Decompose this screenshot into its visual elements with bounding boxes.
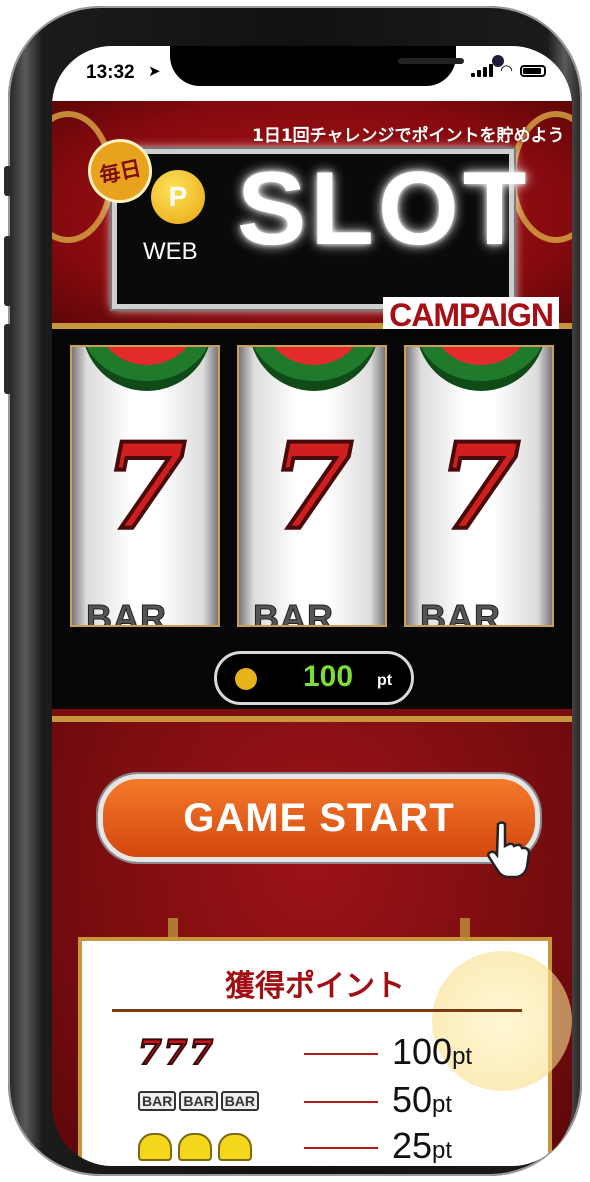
bell-icon: [218, 1133, 252, 1161]
volume-up-button: [4, 236, 12, 306]
prize-points: 100pt: [392, 1031, 473, 1072]
bell-symbols: [138, 1125, 258, 1166]
seven-symbols: 777: [137, 1032, 215, 1074]
prize-points: 25pt: [392, 1125, 453, 1166]
bell-icon: [138, 1133, 172, 1161]
volume-down-button: [4, 324, 12, 394]
wifi-icon: ◠: [499, 61, 513, 79]
status-icons: ◠: [470, 61, 546, 79]
board-divider: [112, 1009, 522, 1012]
bar-symbol: BAR: [253, 597, 334, 627]
reel-1: 7 BAR: [70, 345, 220, 627]
watermelon-icon: [249, 347, 379, 391]
campaign-banner: 1日1回チャレンジでポイントを貯めよう P WEB SLOT CAMPAIGN …: [52, 101, 572, 334]
phone-frame: 13:32 ➤ ◠ 1日1回チャレンジでポイントを貯めよう P WEB SLOT: [4, 6, 582, 1176]
location-arrow-icon: ➤: [148, 62, 161, 80]
bar-symbols: BAR BAR BAR: [138, 1079, 262, 1123]
row-dash: [304, 1147, 378, 1149]
slot-reels: 7 BAR 7 BAR 7 BAR 100 pt: [52, 329, 572, 709]
battery-icon: [520, 65, 546, 77]
points-display: 100 pt: [214, 651, 414, 705]
notch: [170, 46, 504, 86]
lower-panel: GAME START 獲得ポイント 777 100pt BARBARBAR: [52, 716, 572, 1166]
points-value: 100: [303, 660, 354, 693]
row-dash: [304, 1101, 378, 1103]
bar-symbol: BAR: [420, 597, 501, 627]
prize-row: 25pt: [82, 1125, 548, 1166]
reel-3: 7 BAR: [404, 345, 554, 627]
watermelon-icon: [416, 347, 546, 391]
row-dash: [304, 1053, 378, 1055]
camera: [492, 55, 504, 67]
board-title: 獲得ポイント: [225, 969, 405, 1004]
reel-2: 7 BAR: [237, 345, 387, 627]
web-label: WEB: [143, 238, 198, 265]
bar-symbol: BAR: [86, 597, 167, 627]
prize-row: 777 100pt: [82, 1031, 548, 1075]
tagline: 1日1回チャレンジでポイントを貯めよう: [252, 126, 565, 146]
coin-icon: [235, 668, 257, 690]
game-start-button[interactable]: GAME START: [98, 774, 540, 862]
coin-icon: P: [151, 170, 205, 224]
signal-icon: [470, 64, 493, 77]
pointing-hand-icon: [487, 821, 531, 878]
points-unit: pt: [377, 672, 393, 689]
screen: 13:32 ➤ ◠ 1日1回チャレンジでポイントを貯めよう P WEB SLOT: [52, 46, 572, 1166]
prize-board: 獲得ポイント 777 100pt BAR BAR BAR 50pt 25pt: [78, 937, 572, 1166]
watermelon-icon: [82, 347, 212, 391]
seven-symbol: 7: [436, 415, 522, 558]
prize-row: BAR BAR BAR 50pt: [82, 1079, 548, 1123]
mute-switch: [4, 166, 12, 196]
slot-logo: P WEB SLOT CAMPAIGN: [112, 149, 559, 334]
speaker: [398, 58, 464, 64]
seven-symbol: 7: [102, 415, 188, 558]
seven-symbol: 7: [269, 415, 355, 558]
prize-points: 50pt: [392, 1079, 453, 1120]
status-time: 13:32: [86, 62, 135, 83]
bell-icon: [178, 1133, 212, 1161]
slot-title: SLOT: [237, 151, 531, 267]
